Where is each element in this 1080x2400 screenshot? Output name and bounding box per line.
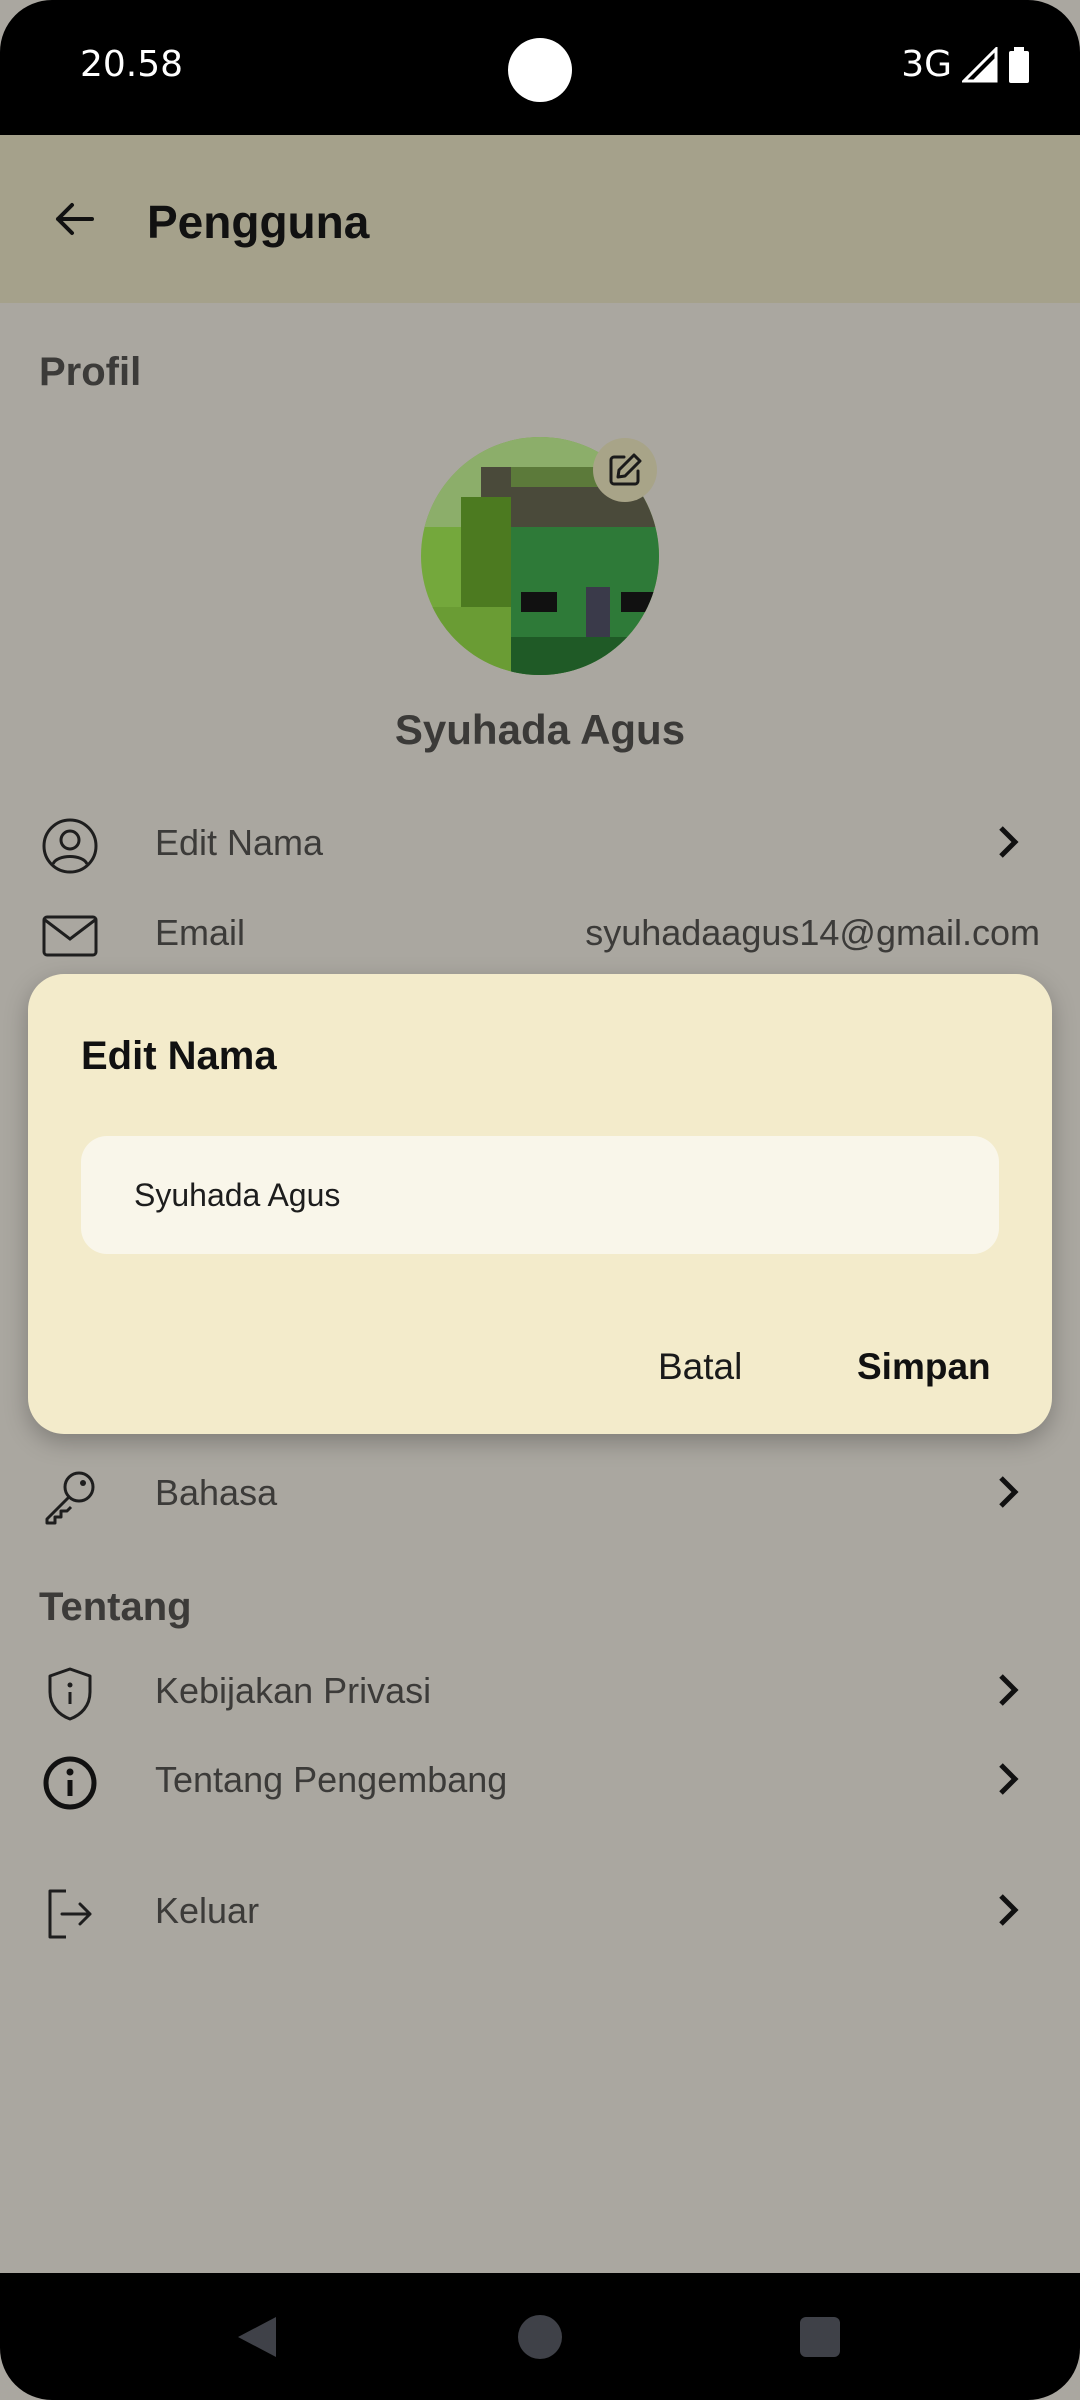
shield-icon xyxy=(38,1662,102,1726)
chevron-right-icon xyxy=(999,1894,1019,1926)
dialog-title: Edit Nama xyxy=(81,1034,277,1078)
row-logout[interactable]: Keluar xyxy=(0,1870,1080,1950)
status-bar: 20.58 3G xyxy=(0,0,1080,135)
name-input[interactable] xyxy=(81,1136,999,1254)
row-privacy-policy[interactable]: Kebijakan Privasi xyxy=(0,1650,1080,1730)
nav-home-icon[interactable] xyxy=(518,2315,562,2359)
chevron-right-icon xyxy=(999,1763,1019,1795)
row-label: Tentang Pengembang xyxy=(155,1759,508,1800)
email-value: syuhadaagus14@gmail.com xyxy=(585,912,1040,953)
row-about-developer[interactable]: Tentang Pengembang xyxy=(0,1739,1080,1819)
screen: 20.58 3G Pengguna Profil Syuhada Agus Ed… xyxy=(0,0,1080,2400)
back-button[interactable] xyxy=(42,187,106,251)
chevron-right-icon xyxy=(999,826,1019,858)
nav-back-icon[interactable] xyxy=(234,2313,280,2361)
avatar-edit-button[interactable] xyxy=(593,438,657,502)
page-title: Pengguna xyxy=(147,196,370,248)
edit-name-dialog: Edit Nama Batal Simpan xyxy=(28,974,1052,1434)
row-label: Edit Nama xyxy=(155,822,324,863)
save-button[interactable]: Simpan xyxy=(857,1346,991,1388)
section-title-profile: Profil xyxy=(39,350,142,394)
arrow-left-icon xyxy=(56,203,94,235)
row-label: Email xyxy=(155,912,246,953)
camera-cutout xyxy=(508,38,572,102)
nav-recents-icon[interactable] xyxy=(800,2317,840,2357)
row-email: Email syuhadaagus14@gmail.com xyxy=(0,892,1080,972)
cancel-button[interactable]: Batal xyxy=(658,1346,742,1388)
row-label: Bahasa xyxy=(155,1472,278,1513)
chevron-right-icon xyxy=(999,1674,1019,1706)
status-time: 20.58 xyxy=(80,44,184,85)
key-icon xyxy=(38,1464,102,1528)
row-label: Kebijakan Privasi xyxy=(155,1670,432,1711)
battery-icon xyxy=(1009,46,1029,83)
row-label: Keluar xyxy=(155,1890,260,1931)
row-language[interactable]: Bahasa xyxy=(0,1452,1080,1532)
logout-icon xyxy=(38,1882,102,1946)
network-type: 3G xyxy=(901,44,952,85)
signal-icon xyxy=(962,46,998,82)
edit-icon xyxy=(609,453,642,486)
row-edit-name[interactable]: Edit Nama xyxy=(0,802,1080,882)
section-title-about: Tentang xyxy=(39,1585,192,1629)
mail-icon xyxy=(38,904,102,968)
info-icon xyxy=(38,1751,102,1815)
app-bar: Pengguna xyxy=(0,135,1080,303)
system-nav-bar xyxy=(0,2273,1080,2400)
status-icons: 3G xyxy=(901,44,1030,85)
profile-name: Syuhada Agus xyxy=(394,706,686,753)
user-circle-icon xyxy=(38,814,102,878)
chevron-right-icon xyxy=(999,1476,1019,1508)
